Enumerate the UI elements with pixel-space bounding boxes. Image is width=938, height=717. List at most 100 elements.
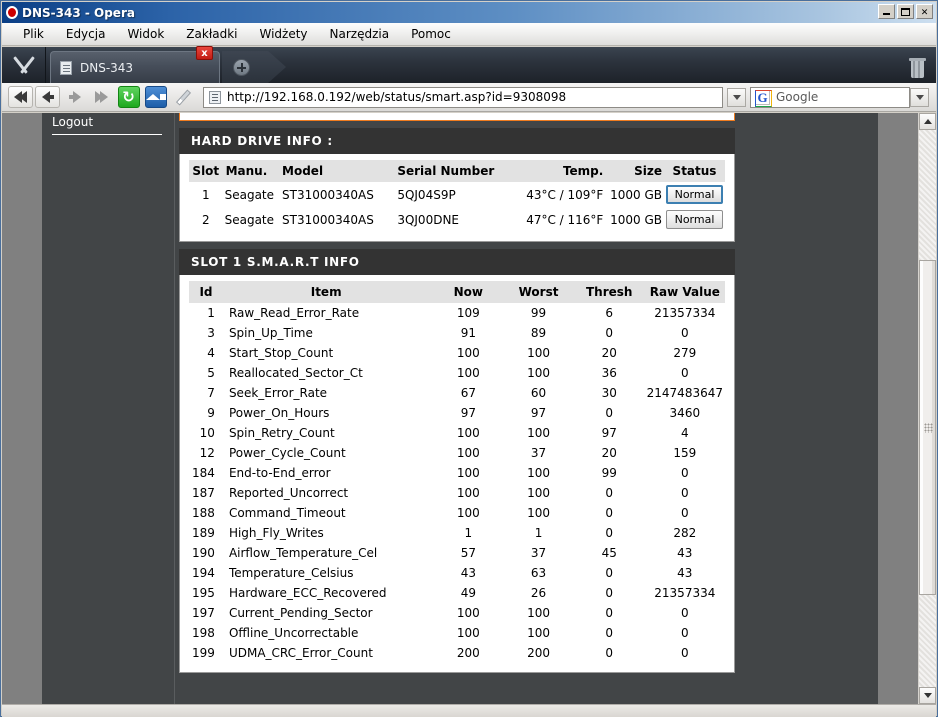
- col-worst: Worst: [503, 281, 574, 303]
- cell-model: ST31000340AS: [282, 212, 374, 227]
- menu-item-plik[interactable]: Plik: [12, 25, 55, 43]
- vertical-scrollbar[interactable]: [918, 113, 936, 704]
- cell-id: 7: [207, 386, 215, 400]
- reload-button[interactable]: ↻: [116, 86, 141, 108]
- cell-item: Reported_Uncorrect: [228, 486, 349, 500]
- menu-item-widok[interactable]: Widok: [116, 25, 175, 43]
- table-row: 199 UDMA_CRC_Error_Count 200 200 0 0: [189, 643, 725, 663]
- url-input[interactable]: http://192.168.0.192/web/status/smart.as…: [203, 86, 723, 108]
- col-id: Id: [189, 281, 221, 303]
- menu-item-narzedzia[interactable]: Narzędzia: [319, 25, 401, 43]
- col-model: Model: [280, 160, 396, 182]
- cell-id: 4: [207, 346, 215, 360]
- table-row: 9 Power_On_Hours 97 97 0 3460: [189, 403, 725, 423]
- table-row: 4 Start_Stop_Count 100 100 20 279: [189, 343, 725, 363]
- cell-item: Seek_Error_Rate: [228, 386, 328, 400]
- status-bar: [2, 704, 936, 717]
- cell-id: 198: [192, 626, 215, 640]
- cell-manu: Seagate: [224, 187, 275, 202]
- minimize-button[interactable]: [878, 4, 895, 19]
- new-tab-button[interactable]: [222, 51, 286, 83]
- cell-raw: 4: [681, 426, 689, 440]
- search-engine-dropdown-button[interactable]: [910, 87, 929, 107]
- cell-raw: 3460: [669, 406, 701, 420]
- col-slot: Slot: [189, 160, 223, 182]
- sidebar-divider: [52, 134, 162, 135]
- scrollbar-track[interactable]: [919, 130, 936, 687]
- cell-worst: 100: [527, 346, 550, 360]
- cell-thresh: 6: [605, 306, 614, 320]
- cell-id: 188: [192, 506, 215, 520]
- table-row: 189 High_Fly_Writes 1 1 0 282: [189, 523, 725, 543]
- cell-thresh: 0: [605, 566, 614, 580]
- cell-now: 100: [456, 606, 480, 620]
- table-row: 12 Power_Cycle_Count 100 37 20 159: [189, 443, 725, 463]
- cell-id: 199: [192, 646, 215, 660]
- status-badge[interactable]: Normal: [666, 210, 723, 229]
- cell-thresh: 0: [605, 526, 614, 540]
- edit-button[interactable]: [170, 86, 195, 108]
- trash-icon[interactable]: [909, 58, 926, 79]
- page-favicon-icon: [209, 90, 221, 104]
- cell-now: 100: [456, 426, 480, 440]
- scrollbar-thumb[interactable]: [919, 260, 936, 595]
- table-row: 190 Airflow_Temperature_Cel 57 37 45 43: [189, 543, 725, 563]
- cell-thresh: 0: [605, 326, 614, 340]
- hard-drive-info-body: Slot Manu. Model Serial Number Temp. Siz…: [179, 154, 735, 242]
- cell-status: Normal: [664, 207, 725, 232]
- col-status: Status: [664, 160, 725, 182]
- scroll-down-button[interactable]: [919, 687, 936, 704]
- home-button[interactable]: [143, 86, 168, 108]
- table-header-row: Id Item Now Worst Thresh Raw Value: [189, 281, 725, 303]
- maximize-button[interactable]: [897, 4, 914, 19]
- cell-raw: 0: [681, 366, 689, 380]
- cell-item: Raw_Read_Error_Rate: [228, 306, 360, 320]
- sidebar-nav: Logout: [42, 113, 175, 704]
- table-row: 1 Raw_Read_Error_Rate 109 99 6 21357334: [189, 303, 725, 323]
- cell-size: 1000 GB: [610, 212, 662, 227]
- back-button[interactable]: [35, 86, 60, 108]
- menu-item-pomoc[interactable]: Pomoc: [400, 25, 462, 43]
- smart-table: Id Item Now Worst Thresh Raw Value 1 Raw_…: [189, 281, 725, 663]
- hard-drive-info-panel: HARD DRIVE INFO : Slot Manu. Model Seria…: [179, 128, 735, 242]
- web-page-body: Logout HARD DRIVE INFO : Slot Manu. Mode…: [42, 113, 878, 704]
- wrench-icon[interactable]: [2, 47, 46, 83]
- smart-info-body: Id Item Now Worst Thresh Raw Value 1 Raw_…: [179, 275, 735, 673]
- menu-item-zakladki[interactable]: Zakładki: [175, 25, 248, 43]
- opera-logo-icon: [5, 5, 19, 20]
- scroll-up-button[interactable]: [919, 113, 936, 130]
- search-input[interactable]: G Google: [750, 86, 910, 108]
- cell-temp: 47°C / 116°F: [526, 212, 604, 227]
- menu-item-widzety[interactable]: Widżety: [248, 25, 318, 43]
- status-badge[interactable]: Normal: [666, 185, 723, 204]
- sidebar-item-logout[interactable]: Logout: [42, 113, 174, 132]
- col-now: Now: [433, 281, 504, 303]
- url-dropdown-button[interactable]: [727, 87, 746, 107]
- tab-dns-343[interactable]: DNS-343 x: [50, 46, 220, 83]
- hard-drive-info-title: HARD DRIVE INFO :: [179, 128, 735, 154]
- cell-thresh: 30: [601, 386, 617, 400]
- menu-bar: Plik Edycja Widok Zakładki Widżety Narzę…: [2, 23, 936, 46]
- cell-raw: 279: [673, 346, 697, 360]
- fast-forward-button[interactable]: [89, 86, 114, 108]
- smart-info-title: SLOT 1 S.M.A.R.T INFO: [179, 249, 735, 275]
- cell-item: Command_Timeout: [228, 506, 346, 520]
- menu-item-edycja[interactable]: Edycja: [55, 25, 117, 43]
- close-button[interactable]: ✕: [916, 4, 933, 19]
- tab-close-icon[interactable]: x: [196, 46, 213, 60]
- window-controls: ✕: [878, 4, 933, 19]
- cell-manu: Seagate: [224, 212, 275, 227]
- cell-id: 197: [192, 606, 215, 620]
- cell-raw: 0: [681, 646, 689, 660]
- cell-id: 187: [192, 486, 215, 500]
- cell-worst: 37: [530, 546, 547, 560]
- rewind-button[interactable]: [8, 86, 33, 108]
- cell-item: Hardware_ECC_Recovered: [228, 586, 387, 600]
- cell-size: 1000 GB: [610, 187, 662, 202]
- cell-item: Power_On_Hours: [228, 406, 330, 420]
- cell-id: 9: [207, 406, 215, 420]
- cell-item: Start_Stop_Count: [228, 346, 334, 360]
- cell-raw: 0: [681, 506, 689, 520]
- table-row: 197 Current_Pending_Sector 100 100 0 0: [189, 603, 725, 623]
- forward-button[interactable]: [62, 86, 87, 108]
